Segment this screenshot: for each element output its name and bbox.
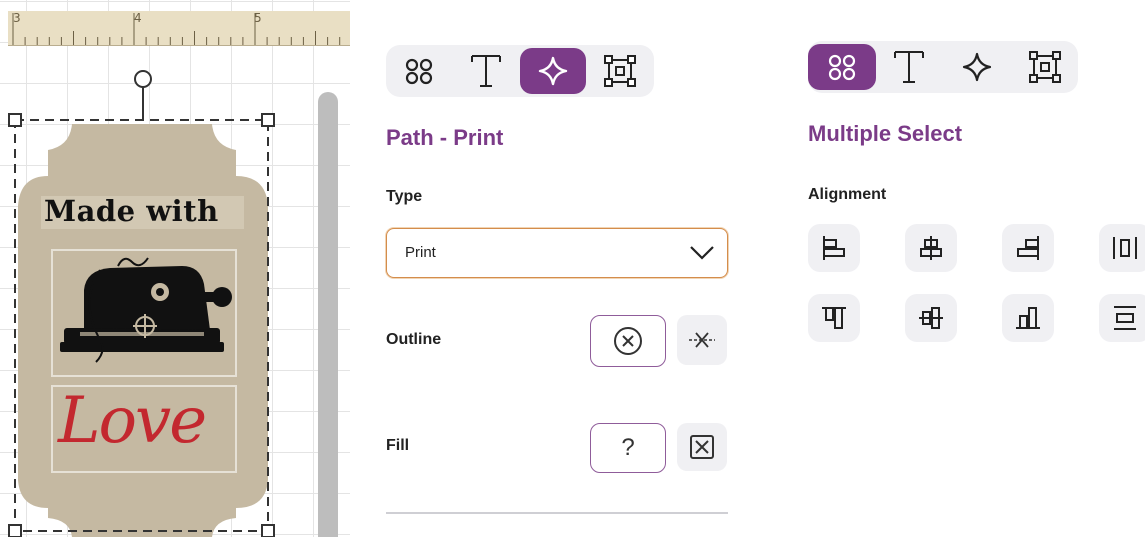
type-label: Type [386,188,423,205]
outline-label: Outline [386,331,442,348]
no-fill-icon [690,435,714,459]
bounding-box-icon [1029,51,1061,83]
align-center-horizontal-button[interactable] [905,224,957,272]
align-bottom-icon [1016,307,1040,329]
design-canvas[interactable]: 3 4 5 Made with Love [0,0,350,537]
no-outline-icon [614,327,642,355]
align-center-vertical-button[interactable] [905,294,957,342]
shapes-icon [828,54,856,81]
tag-title-text: Made with [44,194,219,228]
fill-label: Fill [386,437,410,454]
tab-text[interactable] [876,44,942,90]
path-panel-title: Path - Print [386,125,504,150]
path-panel-toolbar [386,45,654,97]
resize-handle-bl [8,524,22,537]
path-nodes-icon [962,52,992,82]
tab-path[interactable] [520,48,586,94]
align-center-horizontal-icon [920,236,942,260]
align-right-button[interactable] [1002,224,1054,272]
multi-panel-title: Multiple Select [808,121,963,146]
outline-cut-button[interactable] [677,315,727,365]
distribute-vertical-button[interactable] [1099,294,1145,342]
align-bottom-button[interactable] [1002,294,1054,342]
text-icon [894,51,924,83]
align-right-icon [1017,236,1039,260]
multi-panel-toolbar [808,41,1078,93]
align-left-icon [823,236,845,260]
cut-line-icon [689,332,715,348]
type-select[interactable]: Print [386,228,728,278]
alignment-label: Alignment [808,186,887,203]
distribute-vertical-icon [1114,306,1136,330]
tab-bounding[interactable] [1012,44,1078,90]
bounding-box-icon [604,55,636,87]
tab-bounding[interactable] [587,48,653,94]
panel-divider [386,512,728,514]
chevron-down-icon [690,246,714,260]
shapes-icon [405,58,433,85]
tab-path[interactable] [944,44,1010,90]
tag-script-text: Love [58,384,207,458]
tab-shapes-active[interactable] [808,44,876,90]
tab-shapes[interactable] [386,48,452,94]
distribute-horizontal-icon [1113,237,1137,259]
align-center-vertical-icon [919,307,943,329]
distribute-horizontal-button[interactable] [1099,224,1145,272]
fill-none-button[interactable] [677,423,727,471]
type-select-value: Print [405,244,436,261]
resize-handle-tr [261,113,275,127]
align-top-button[interactable] [808,294,860,342]
fill-mixed-button[interactable]: ? [590,423,666,473]
align-left-button[interactable] [808,224,860,272]
rotate-handle [134,70,152,88]
resize-handle-tl [8,113,22,127]
text-icon [471,55,501,87]
outline-none-button[interactable] [590,315,666,367]
resize-handle-br [261,524,275,537]
align-top-icon [822,307,846,329]
fill-mixed-value: ? [621,434,635,461]
path-nodes-icon [538,56,568,86]
tab-text[interactable] [453,48,519,94]
